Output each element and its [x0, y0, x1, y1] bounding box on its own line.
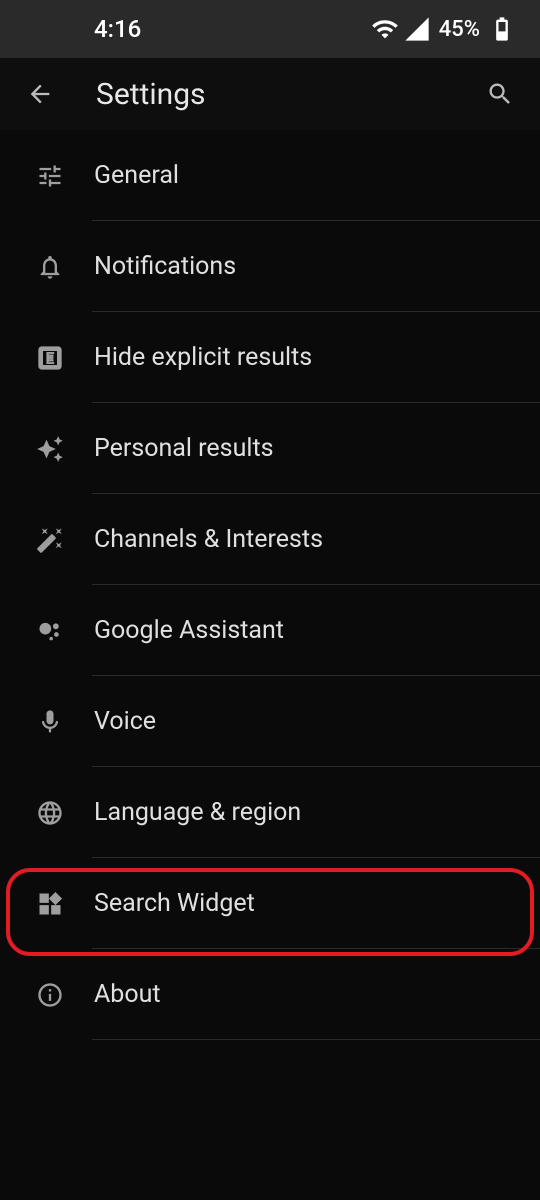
item-label: Search Widget: [94, 889, 255, 918]
settings-list: General Notifications E Hide explicit re…: [0, 130, 540, 1040]
item-label: Google Assistant: [94, 616, 284, 645]
mic-icon: [32, 704, 68, 740]
wand-icon: [32, 522, 68, 558]
list-item-about[interactable]: About: [0, 949, 540, 1040]
list-item-voice[interactable]: Voice: [0, 676, 540, 767]
item-label: Channels & Interests: [94, 525, 323, 554]
wifi-icon: [371, 15, 399, 43]
status-right: 45%: [371, 15, 516, 43]
info-icon: [32, 977, 68, 1013]
page-title: Settings: [96, 77, 480, 112]
assistant-icon: [32, 613, 68, 649]
search-icon: [486, 80, 514, 108]
search-button[interactable]: [480, 74, 520, 114]
item-label: About: [94, 980, 161, 1009]
list-item-general[interactable]: General: [0, 130, 540, 221]
item-label: Notifications: [94, 252, 236, 281]
tune-icon: [32, 158, 68, 194]
battery-icon: [488, 15, 516, 43]
list-item-google-assistant[interactable]: Google Assistant: [0, 585, 540, 676]
list-item-language-region[interactable]: Language & region: [0, 767, 540, 858]
sparkle-icon: [32, 431, 68, 467]
item-label: Voice: [94, 707, 156, 736]
bell-icon: [32, 249, 68, 285]
list-item-channels-interests[interactable]: Channels & Interests: [0, 494, 540, 585]
battery-percent: 45%: [439, 17, 480, 42]
widgets-icon: [32, 886, 68, 922]
item-label: Hide explicit results: [94, 343, 312, 372]
item-label: Language & region: [94, 798, 301, 827]
list-item-personal-results[interactable]: Personal results: [0, 403, 540, 494]
item-label: General: [94, 161, 179, 190]
svg-text:E: E: [45, 348, 54, 367]
list-item-hide-explicit[interactable]: E Hide explicit results: [0, 312, 540, 403]
status-time: 4:16: [94, 15, 141, 43]
app-bar: Settings: [0, 58, 540, 130]
arrow-back-icon: [26, 80, 54, 108]
back-button[interactable]: [20, 74, 60, 114]
explicit-icon: E: [32, 340, 68, 376]
list-item-search-widget[interactable]: Search Widget: [0, 858, 540, 949]
item-label: Personal results: [94, 434, 274, 463]
cell-signal-icon: [403, 15, 431, 43]
globe-icon: [32, 795, 68, 831]
list-item-notifications[interactable]: Notifications: [0, 221, 540, 312]
status-bar: 4:16 45%: [0, 0, 540, 58]
